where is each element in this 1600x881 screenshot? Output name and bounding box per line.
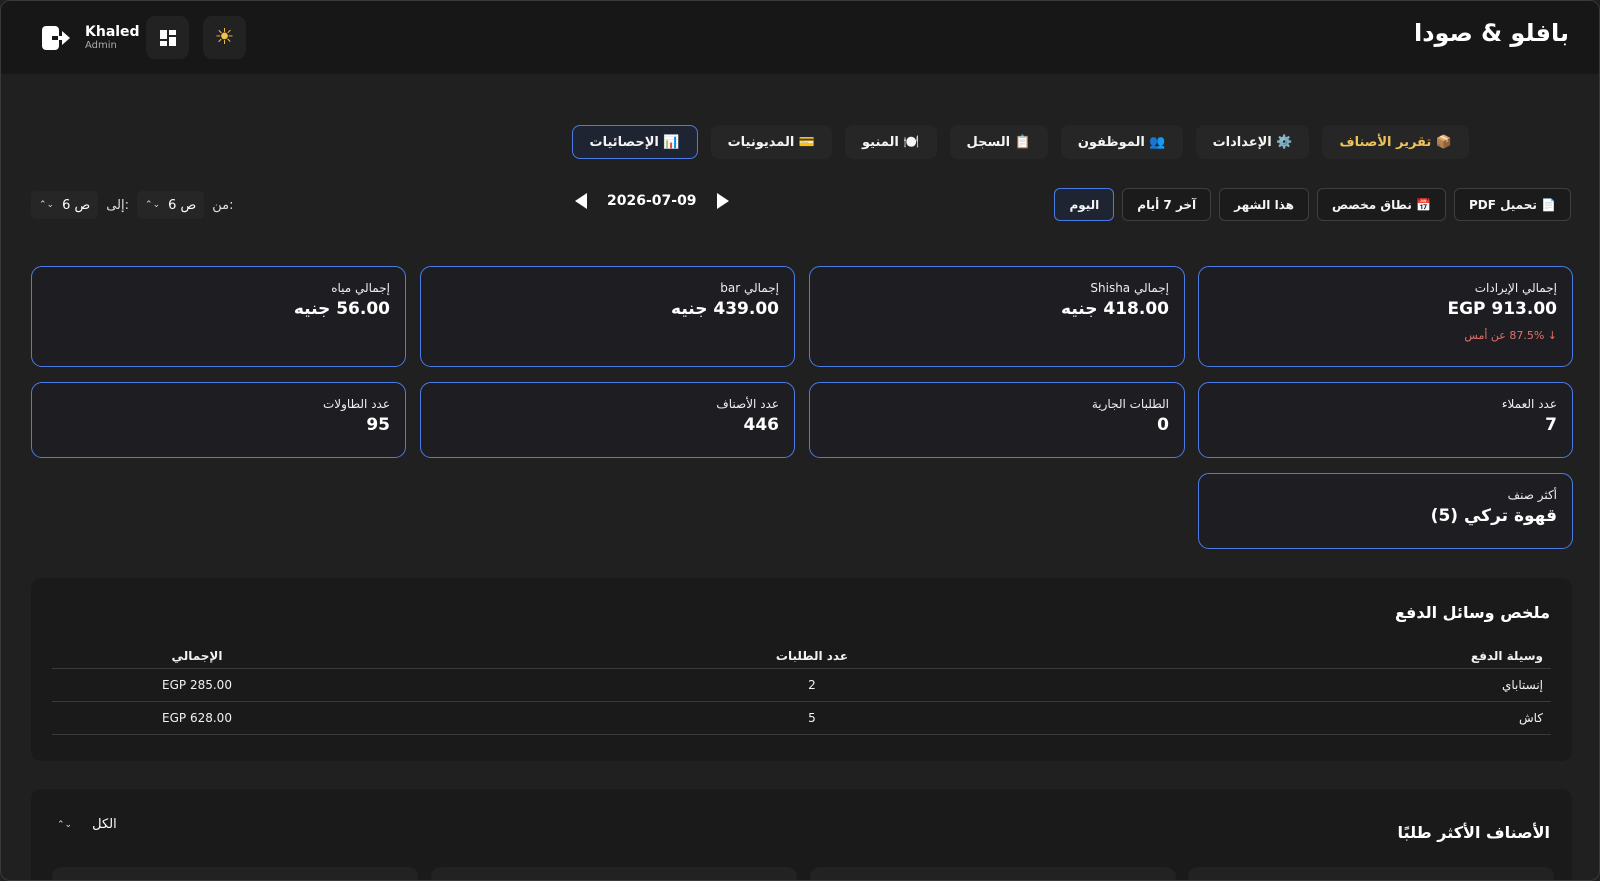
card-running-orders: الطلبات الجارية 0 [809,382,1185,458]
time-range: ⌃⌄ 6 ص إلى: ⌃⌄ 6 ص من: [31,191,234,219]
top-items-panel: الأصناف الأكثر طلبًا ⌃⌄ الكل [31,789,1572,880]
next-date-arrow-icon[interactable] [716,193,729,209]
dashboard-grid-icon [159,29,176,46]
table-row: كاش 5 EGP 628.00 [52,702,1551,735]
filter-today-button[interactable]: اليوم [1054,188,1115,221]
tab-settings[interactable]: ⚙️ الإعدادات [1195,125,1310,159]
chevron-updown-icon: ⌃⌄ [57,819,73,830]
filter-month-button[interactable]: هذا الشهر [1219,188,1309,221]
tab-menu[interactable]: 🍽️ المنيو [845,125,937,159]
to-time-select[interactable]: ⌃⌄ 6 ص [31,191,99,219]
filter-last7-button[interactable]: آخر 7 أيام [1122,188,1212,221]
card-tables-count: عدد الطاولات 95 [31,382,406,458]
app-window: Khaled Admin ☀ بافلو & صودا 📊 الإحصائيات… [0,0,1600,881]
tab-items-report[interactable]: 📦 تقرير الأصناف [1322,125,1469,159]
tab-debts[interactable]: 💳 المديونيات [710,125,833,159]
sun-icon: ☀ [214,25,235,50]
user-info: Khaled Admin [39,21,140,55]
logout-icon[interactable] [39,21,73,55]
theme-toggle-button[interactable]: ☀ [203,16,246,59]
download-pdf-button[interactable]: 📄 تحميل PDF [1453,188,1571,221]
dashboard-grid-button[interactable] [146,16,189,59]
revenue-delta: ↓ 87.5% عن أمس [1464,329,1557,342]
card-total-shisha: إجمالي Shisha 418.00 جنيه [809,266,1185,367]
prev-date-arrow-icon[interactable] [575,193,587,209]
user-role: Admin [85,40,117,52]
from-label: من: [212,197,234,213]
chevron-updown-icon: ⌃⌄ [39,199,55,210]
main-tabs: 📊 الإحصائيات 💳 المديونيات 🍽️ المنيو 📋 ال… [571,125,1469,159]
current-date: 2026-07-09 [607,193,697,209]
item-card-placeholder [431,867,797,880]
filter-custom-range-button[interactable]: 📅 نطاق مخصص [1316,188,1446,221]
user-name: Khaled [85,23,140,40]
top-bar: Khaled Admin ☀ بافلو & صودا [1,1,1599,74]
payment-summary-title: ملخص وسائل الدفع [1394,603,1550,622]
to-label: إلى: [106,197,130,213]
tab-log[interactable]: 📋 السجل [949,125,1048,159]
card-total-bar: إجمالي bar 439.00 جنيه [420,266,795,367]
tab-employees[interactable]: 👥 الموظفون [1060,125,1183,159]
payment-summary-panel: ملخص وسائل الدفع وسيلة الدفع عدد الطلبات… [31,578,1572,761]
table-row: إنستاباي 2 EGP 285.00 [52,669,1551,702]
item-card-placeholder [810,867,1176,880]
date-filters: اليوم آخر 7 أيام هذا الشهر 📅 نطاق مخصص 📄… [1054,188,1571,221]
card-top-item: أكثر صنف قهوة تركي (5) [1198,473,1573,549]
top-items-filter-select[interactable]: ⌃⌄ الكل [57,817,117,832]
item-card-placeholder [1188,867,1554,880]
from-time-select[interactable]: ⌃⌄ 6 ص [137,191,205,219]
item-card-placeholder [52,867,418,880]
card-items-count: عدد الأصناف 446 [420,382,795,458]
tab-statistics[interactable]: 📊 الإحصائيات [571,125,698,159]
card-customers-count: عدد العملاء 7 [1198,382,1573,458]
table-header-row: وسيلة الدفع عدد الطلبات الإجمالي [52,643,1551,669]
payment-summary-table: وسيلة الدفع عدد الطلبات الإجمالي إنستابا… [52,643,1551,735]
card-total-water: إجمالي مياه 56.00 جنيه [31,266,406,367]
chevron-updown-icon: ⌃⌄ [145,199,161,210]
top-items-title: الأصناف الأكثر طلبًا [1397,823,1550,842]
brand-logo: بافلو & صودا [1413,19,1569,47]
date-navigator: 2026-07-09 [575,193,729,209]
card-total-revenue: إجمالي الإيرادات EGP 913.00 ↓ 87.5% عن أ… [1198,266,1573,367]
